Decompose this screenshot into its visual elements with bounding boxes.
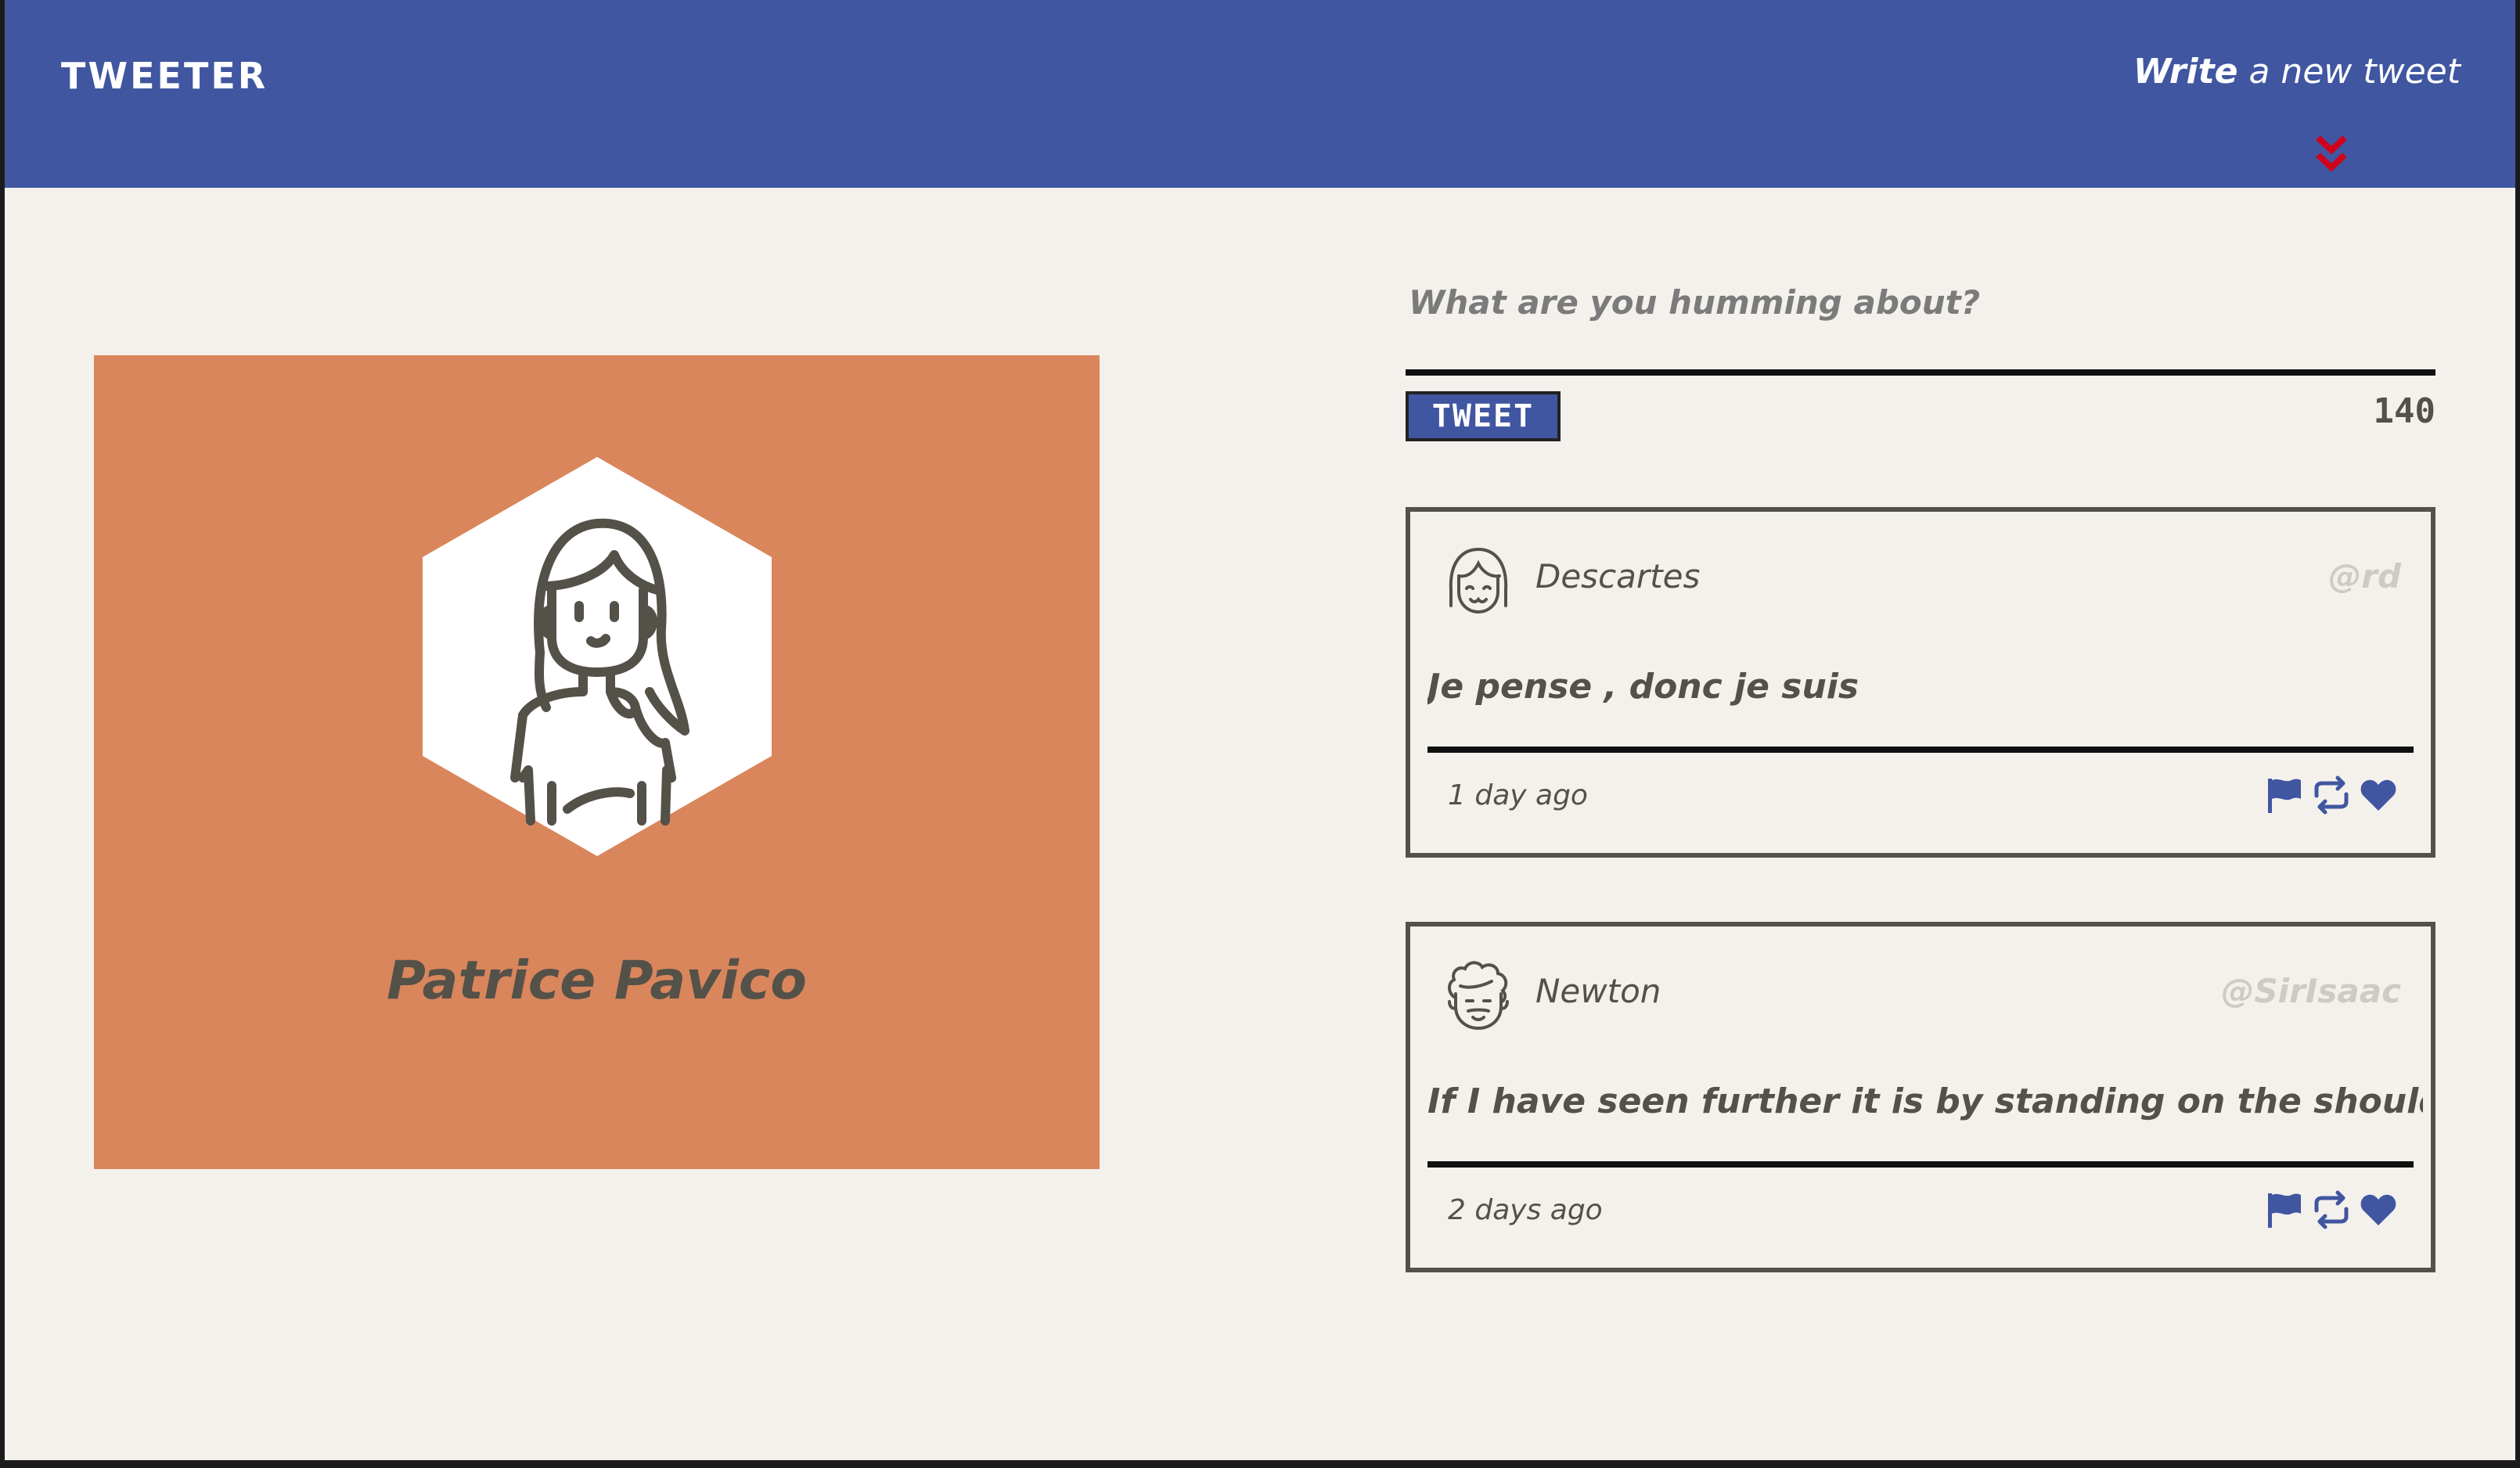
tweet-divider [1427, 747, 2414, 753]
tweet-content: If I have seen further it is by standing… [1427, 1081, 2423, 1121]
compose-toggle[interactable]: Write a new tweet [2133, 52, 2461, 92]
tweet-divider [1427, 1161, 2414, 1168]
flag-icon[interactable] [2265, 1190, 2304, 1229]
compose-toggle-bold: Write [2133, 52, 2238, 92]
brand-logo[interactable]: TWEETER [61, 55, 268, 97]
newton-avatar-icon [1448, 961, 1509, 1031]
tweet-timestamp: 2 days ago [1448, 1194, 1603, 1226]
navbar: TWEETER Write a new tweet [5, 0, 2515, 188]
descartes-avatar-icon [1449, 547, 1508, 614]
heart-icon[interactable] [2359, 1190, 2398, 1229]
heart-icon[interactable] [2359, 775, 2398, 815]
tweet-content: Je pense , donc je suis [1427, 667, 1859, 707]
flag-icon[interactable] [2265, 775, 2304, 815]
tweet-card: Newton @SirIsaac If I have seen further … [1406, 922, 2435, 1272]
character-counter: 140 [2373, 391, 2435, 431]
tweet-author-handle: @SirIsaac [2221, 972, 2401, 1010]
profile-name: Patrice Pavico [387, 950, 807, 1012]
retweet-icon[interactable] [2312, 775, 2351, 815]
tweet-submit-button[interactable]: TWEET [1406, 391, 1561, 441]
compose-toggle-rest: a new tweet [2237, 52, 2461, 92]
double-chevron-down-icon[interactable] [2312, 131, 2351, 178]
profile-avatar [423, 457, 772, 856]
tweet-card: Descartes @rd Je pense , donc je suis 1 … [1406, 507, 2435, 858]
tweet-actions [2265, 773, 2398, 817]
tweet-actions [2265, 1188, 2398, 1232]
tweet-author-name: Descartes [1535, 557, 1701, 595]
profile-card: Patrice Pavico [94, 355, 1100, 1169]
tweet-author-handle: @rd [2328, 557, 2401, 595]
tweet-author-name: Newton [1535, 972, 1661, 1010]
compose-form: TWEET 140 [1406, 266, 2435, 441]
app-window: TWEETER Write a new tweet Patrice Pavico… [5, 0, 2515, 1460]
tweet-timestamp: 1 day ago [1448, 779, 1588, 811]
tweet-textarea[interactable] [1406, 266, 2435, 376]
retweet-icon[interactable] [2312, 1190, 2351, 1229]
